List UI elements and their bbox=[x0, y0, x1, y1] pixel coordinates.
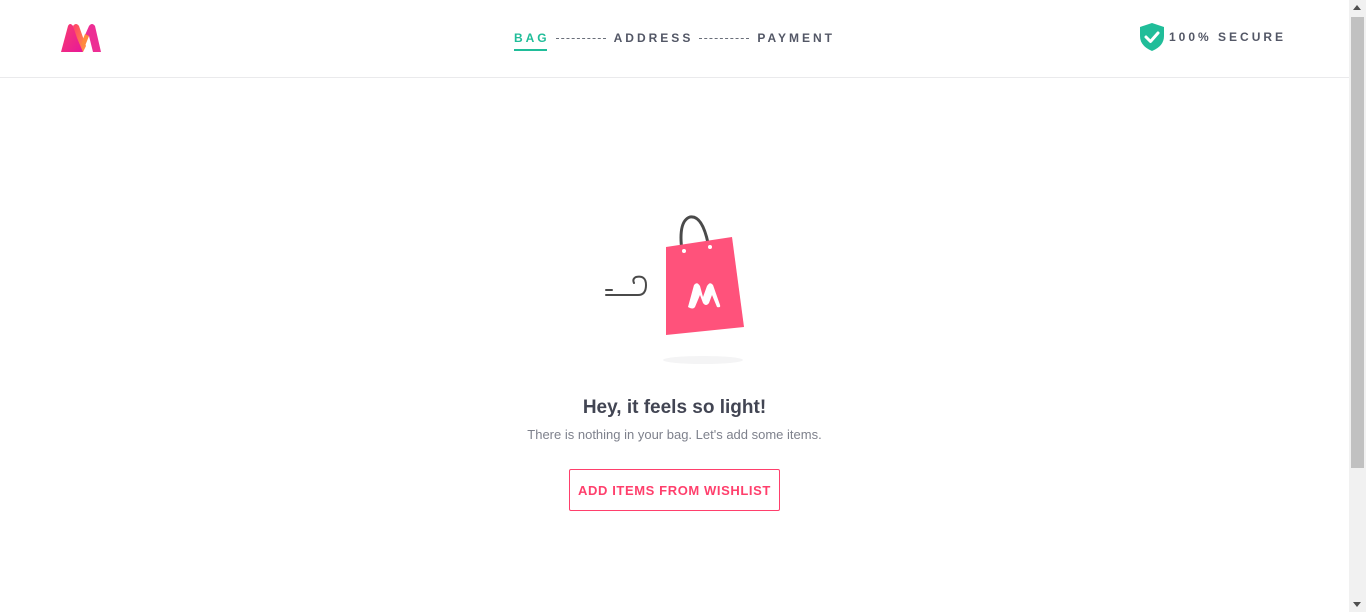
step-address[interactable]: ADDRESS bbox=[614, 31, 694, 51]
vertical-scrollbar[interactable] bbox=[1349, 0, 1366, 612]
add-items-from-wishlist-button[interactable]: ADD ITEMS FROM WISHLIST bbox=[569, 469, 780, 511]
empty-bag-section: Hey, it feels so light! There is nothing… bbox=[0, 78, 1349, 612]
scroll-thumb[interactable] bbox=[1351, 17, 1364, 468]
empty-bag-title: Hey, it feels so light! bbox=[582, 397, 767, 418]
step-divider bbox=[699, 37, 750, 39]
checkout-header: BAG ADDRESS PAYMENT 100% SECURE bbox=[0, 0, 1349, 78]
cart-page: BAG ADDRESS PAYMENT 100% SECURE Hey, it … bbox=[0, 0, 1366, 612]
step-divider bbox=[555, 37, 606, 39]
shopping-bag-icon bbox=[598, 211, 758, 366]
secure-label: 100% SECURE bbox=[1169, 30, 1287, 44]
shield-check-icon bbox=[1140, 23, 1164, 51]
empty-bag-subtitle: There is nothing in your bag. Let's add … bbox=[527, 427, 822, 442]
secure-badge: 100% SECURE bbox=[1138, 22, 1286, 52]
step-payment[interactable]: PAYMENT bbox=[757, 31, 835, 51]
scroll-up-icon[interactable] bbox=[1353, 5, 1361, 10]
scroll-down-icon[interactable] bbox=[1353, 602, 1361, 607]
step-bag[interactable]: BAG bbox=[513, 31, 550, 51]
